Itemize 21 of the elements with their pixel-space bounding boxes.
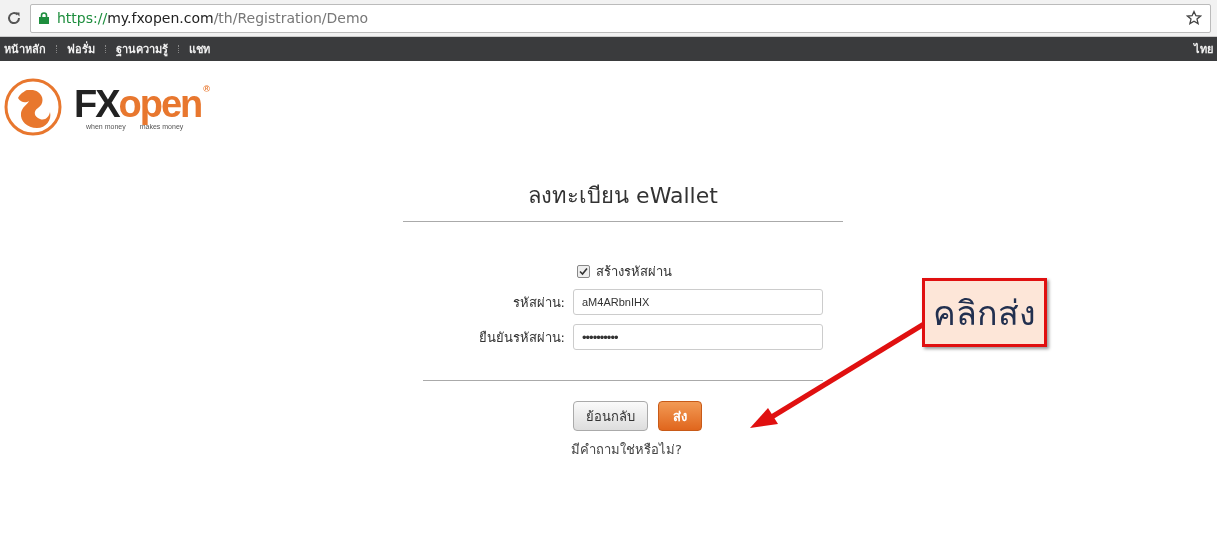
checkbox-label: สร้างรหัสผ่าน	[596, 262, 672, 281]
address-bar[interactable]: https://my.fxopen.com/th/Registration/Demo	[30, 3, 1211, 33]
nav-link[interactable]: ฟอรั่ม	[67, 40, 95, 58]
form-title: ลงทะเบียน eWallet	[527, 182, 719, 210]
nav-link[interactable]: แชท	[189, 40, 210, 58]
input-field[interactable]: aM4ARbnIHX	[573, 289, 823, 315]
field-label: ยืนยันรหัสผ่าน:	[477, 328, 565, 347]
password-field[interactable]: ••••••••••	[573, 324, 823, 350]
brand-wordmark: FXopen®	[74, 84, 210, 123]
annotation-callout: คลิกส่ง	[922, 278, 1047, 347]
help-link[interactable]: มีคำถามใช่หรือไม่?	[571, 439, 682, 460]
lock-icon	[39, 12, 49, 24]
star-icon[interactable]	[1186, 10, 1202, 26]
url-text: https://my.fxopen.com/th/Registration/Demo	[57, 10, 369, 26]
reload-icon[interactable]	[6, 10, 22, 26]
checkbox[interactable]	[577, 264, 590, 278]
nav-link[interactable]: หน้าหลัก	[4, 40, 46, 58]
back-button[interactable]: ย้อนกลับ	[573, 401, 648, 431]
nav-link[interactable]: ฐานความรู้	[116, 40, 168, 58]
field-label: รหัสผ่าน:	[511, 293, 565, 312]
language-link[interactable]: ไทย	[1194, 40, 1213, 58]
